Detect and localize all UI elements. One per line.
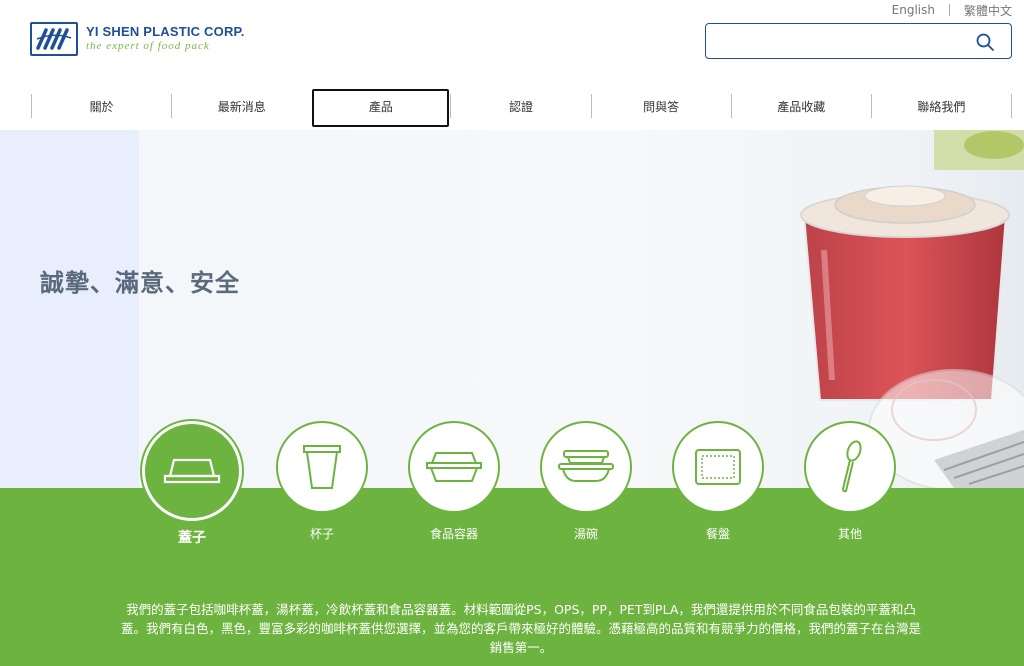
category-circle xyxy=(408,421,500,513)
category-circle xyxy=(142,421,242,521)
logo-tagline: the expert of food pack xyxy=(86,40,210,53)
cup-icon xyxy=(303,445,341,489)
search-input[interactable] xyxy=(716,30,970,54)
category-soup-bowls[interactable]: 湯碗 xyxy=(536,421,636,542)
search-icon[interactable] xyxy=(975,32,995,52)
spoon-icon xyxy=(841,440,862,493)
category-label: 其他 xyxy=(837,527,862,541)
lid-icon xyxy=(163,458,221,484)
soup-bowl-icon xyxy=(558,450,614,482)
category-label: 餐盤 xyxy=(705,527,730,541)
logo-name: YI SHEN PLASTIC CORP. xyxy=(86,24,245,40)
nav-item-faq[interactable]: 問與答 xyxy=(590,94,731,118)
nav-label: 最新消息 xyxy=(217,99,266,114)
nav-label: 認證 xyxy=(508,99,533,114)
focus-ring xyxy=(312,89,450,127)
lang-divider xyxy=(948,4,950,16)
category-others[interactable]: 其他 xyxy=(800,421,900,542)
category-label: 蓋子 xyxy=(178,530,206,546)
category-circle xyxy=(540,421,632,513)
main-nav: 關於 最新消息 產品 認證 問與答 產品收藏 聯絡我們 xyxy=(31,89,1012,127)
category-description: 我們的蓋子包括咖啡杯蓋，湯杯蓋，冷飲杯蓋和食品容器蓋。材料範圍從PS，OPS，P… xyxy=(120,602,921,655)
logo-mark-icon xyxy=(30,22,78,56)
category-circle xyxy=(804,421,896,513)
hero-left-panel xyxy=(0,130,139,488)
nav-item-news[interactable]: 最新消息 xyxy=(171,94,311,118)
lang-english-link[interactable]: English xyxy=(892,3,935,17)
nav-item-collection[interactable]: 產品收藏 xyxy=(730,94,871,118)
nav-item-about[interactable]: 關於 xyxy=(31,94,171,118)
category-label: 食品容器 xyxy=(429,527,478,541)
nav-item-products[interactable]: 產品 xyxy=(311,89,450,127)
nav-item-contact[interactable]: 聯絡我們 xyxy=(870,94,1012,118)
category-food-containers[interactable]: 食品容器 xyxy=(404,421,504,542)
category-circle xyxy=(276,421,368,513)
site-logo[interactable]: YI SHEN PLASTIC CORP. the expert of food… xyxy=(30,22,245,56)
lang-chinese-link[interactable]: 繁體中文 xyxy=(964,2,1012,19)
category-label: 湯碗 xyxy=(573,527,598,541)
food-container-icon xyxy=(426,452,482,482)
hero-title: 誠摯、滿意、安全 xyxy=(40,269,240,297)
nav-item-certification[interactable]: 認證 xyxy=(450,94,590,118)
category-cups[interactable]: 杯子 xyxy=(272,421,372,542)
nav-label: 問與答 xyxy=(643,99,680,114)
tray-icon xyxy=(695,449,741,485)
category-lids[interactable]: 蓋子 xyxy=(142,421,242,547)
category-list: 蓋子 杯子 食品容器 湯碗 餐盤 其他 xyxy=(142,421,902,551)
category-trays[interactable]: 餐盤 xyxy=(668,421,768,542)
category-circle xyxy=(672,421,764,513)
category-label: 杯子 xyxy=(309,527,334,541)
language-bar: English 繁體中文 xyxy=(892,2,1012,18)
search-box xyxy=(705,23,1012,59)
nav-label: 產品收藏 xyxy=(777,99,826,114)
nav-label: 聯絡我們 xyxy=(917,99,966,114)
nav-label: 關於 xyxy=(89,99,114,114)
